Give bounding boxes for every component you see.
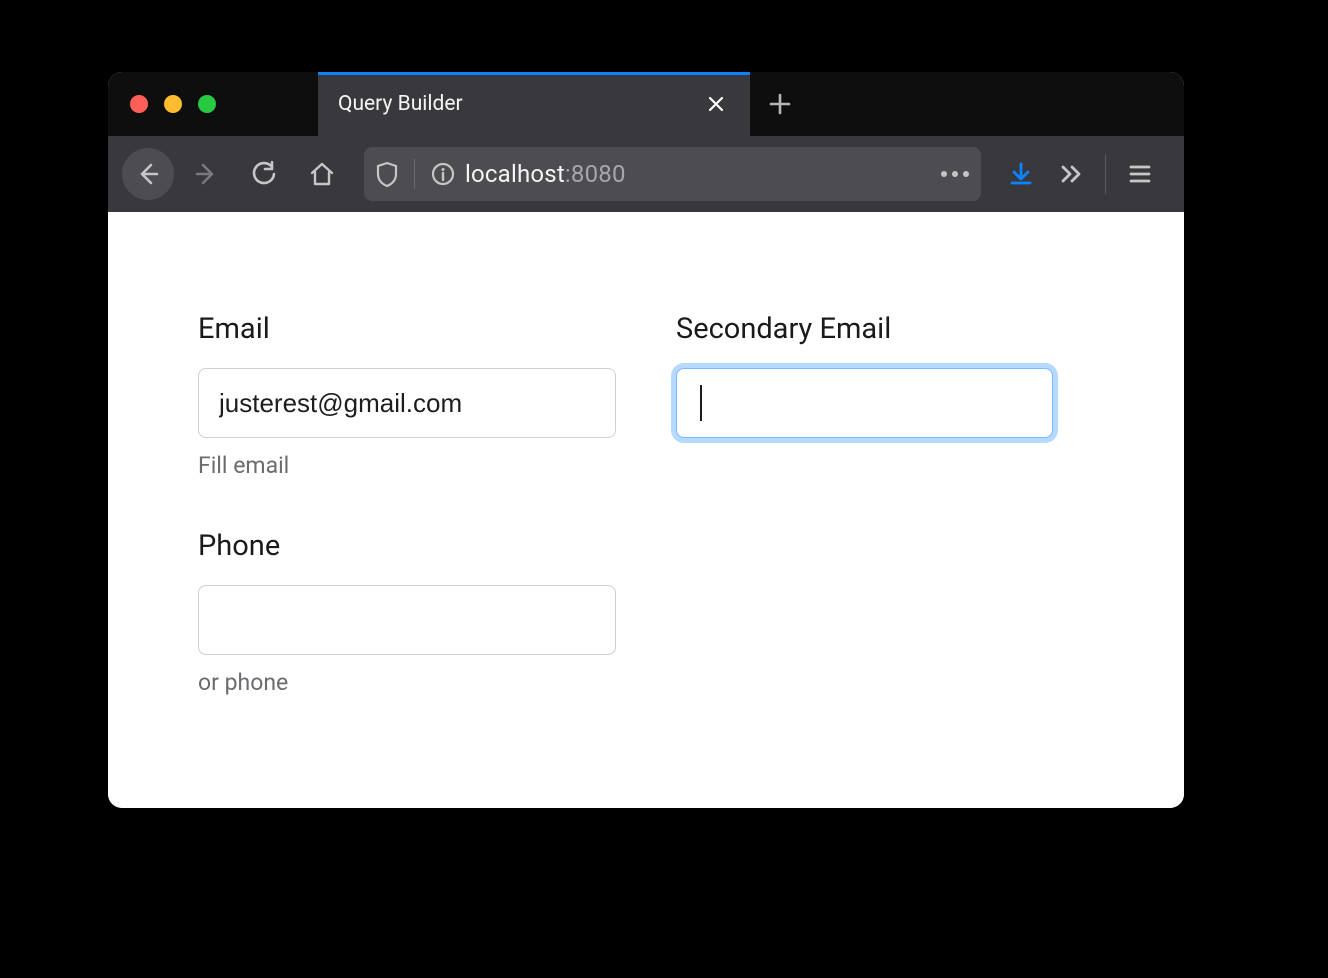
home-button[interactable] <box>296 148 348 200</box>
minimize-window-button[interactable] <box>164 95 182 113</box>
hamburger-icon <box>1128 162 1152 186</box>
url-bar[interactable]: localhost:8080 <box>364 147 981 201</box>
maximize-window-button[interactable] <box>198 95 216 113</box>
secondary-email-field-group: Secondary Email <box>676 312 1094 479</box>
email-label: Email <box>198 312 616 346</box>
text-cursor <box>700 385 702 421</box>
email-input[interactable] <box>198 368 616 438</box>
new-tab-button[interactable] <box>750 72 810 136</box>
shield-icon[interactable] <box>376 161 398 187</box>
info-icon[interactable] <box>431 162 455 186</box>
reload-button[interactable] <box>238 148 290 200</box>
tab-title: Query Builder <box>338 92 702 116</box>
window-controls <box>108 72 318 136</box>
page-actions-button[interactable] <box>941 171 969 177</box>
chevrons-right-icon <box>1058 161 1084 187</box>
download-icon <box>1008 161 1034 187</box>
page-content: Email Fill email Secondary Email Phone o… <box>108 212 1184 808</box>
toolbar-right <box>997 148 1170 200</box>
secondary-email-input[interactable] <box>676 368 1053 438</box>
form: Email Fill email Secondary Email Phone o… <box>198 312 1094 696</box>
close-window-button[interactable] <box>130 95 148 113</box>
separator <box>414 159 415 189</box>
phone-field-group: Phone or phone <box>198 529 616 696</box>
phone-hint: or phone <box>198 669 616 696</box>
overflow-button[interactable] <box>1047 148 1095 200</box>
back-button[interactable] <box>122 148 174 200</box>
phone-input[interactable] <box>198 585 616 655</box>
arrow-right-icon <box>193 161 219 187</box>
downloads-button[interactable] <box>997 148 1045 200</box>
app-menu-button[interactable] <box>1116 148 1164 200</box>
forward-button[interactable] <box>180 148 232 200</box>
url-text: localhost:8080 <box>465 160 626 188</box>
titlebar: Query Builder <box>108 72 1184 136</box>
arrow-left-icon <box>135 161 161 187</box>
browser-window: Query Builder <box>108 72 1184 808</box>
url-port: :8080 <box>565 160 626 188</box>
reload-icon <box>251 161 277 187</box>
url-host: localhost <box>465 160 565 188</box>
close-icon <box>707 95 725 113</box>
email-hint: Fill email <box>198 452 616 479</box>
home-icon <box>309 161 335 187</box>
phone-label: Phone <box>198 529 616 563</box>
email-field-group: Email Fill email <box>198 312 616 479</box>
separator <box>1105 154 1106 194</box>
browser-tab[interactable]: Query Builder <box>318 72 750 136</box>
secondary-email-label: Secondary Email <box>676 312 1094 346</box>
plus-icon <box>769 93 791 115</box>
close-tab-button[interactable] <box>702 90 730 118</box>
browser-toolbar: localhost:8080 <box>108 136 1184 212</box>
